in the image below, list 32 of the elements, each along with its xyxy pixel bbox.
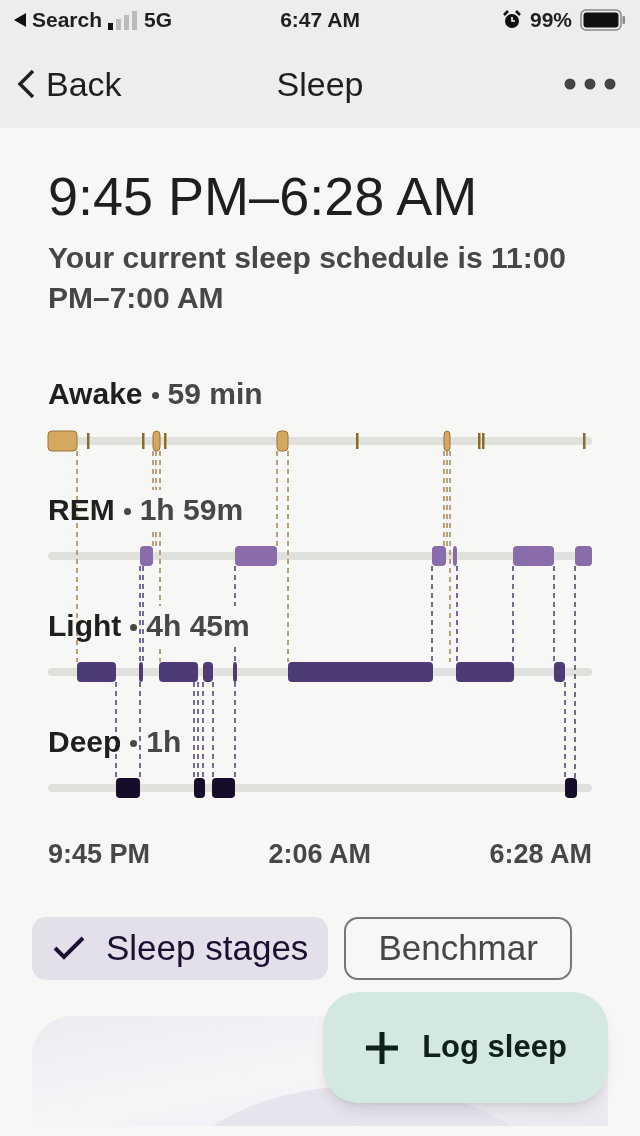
bullet-icon <box>130 740 138 747</box>
check-icon <box>52 935 86 961</box>
battery-icon <box>580 9 626 31</box>
stage-name: Deep <box>48 724 122 760</box>
alarm-clock-icon <box>501 10 522 30</box>
more-options-icon[interactable] <box>564 78 616 90</box>
sleep-period: 9:45 PM–6:28 AM <box>48 165 479 228</box>
plus-icon <box>364 1029 401 1066</box>
stage-name: REM <box>48 492 115 528</box>
log-sleep-button[interactable]: Log sleep <box>323 992 608 1103</box>
stage-name: Light <box>48 608 122 644</box>
bullet-icon <box>130 624 138 631</box>
time-axis-label: 6:28 AM <box>489 838 592 871</box>
schedule-text: Your current sleep schedule is 11:00 PM–7:00 AM <box>48 240 567 316</box>
clock-time: 6:47 AM <box>279 7 361 34</box>
stage-duration: 1h 59m <box>139 490 244 530</box>
stage-duration: 4h 45m <box>146 606 250 646</box>
back-arrow-icon[interactable] <box>14 13 26 27</box>
back-button[interactable]: Back <box>16 58 216 110</box>
page-title: Sleep <box>275 63 365 105</box>
filter-chip[interactable]: Sleep stages <box>32 916 329 980</box>
chevron-left-icon <box>16 68 36 100</box>
network-label: 5G <box>144 7 173 34</box>
time-axis-label: 9:45 PM <box>48 838 151 871</box>
signal-icon <box>108 10 139 30</box>
time-axis-label: 2:06 AM <box>268 838 371 871</box>
battery-percent: 99% <box>529 7 572 34</box>
filter-chip[interactable]: Benchmar <box>344 916 572 980</box>
stage-name: Awake <box>48 376 143 412</box>
bullet-icon <box>123 508 131 515</box>
bullet-icon <box>151 392 159 399</box>
back-app-label[interactable]: Search <box>32 4 103 36</box>
